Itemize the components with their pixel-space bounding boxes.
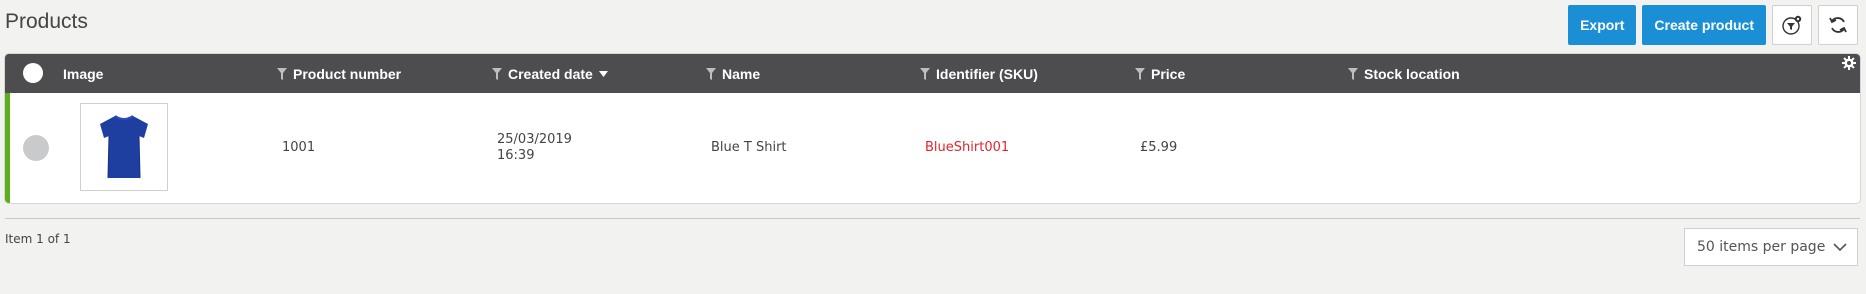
export-button[interactable]: Export (1568, 5, 1637, 45)
column-label: Name (722, 65, 761, 82)
created-date-cell: 25/03/2019 16:39 (497, 93, 572, 203)
created-date: 25/03/2019 (497, 132, 572, 147)
column-label: Created date (508, 65, 593, 82)
filter-icon[interactable] (277, 67, 287, 80)
column-header-product-number[interactable]: Product number (277, 54, 401, 93)
column-label: Product number (293, 65, 402, 82)
table-row[interactable]: 1001 25/03/2019 16:39 Blue T Shirt BlueS… (5, 93, 1860, 203)
filter-settings-icon (1782, 15, 1802, 35)
filter-icon[interactable] (1135, 67, 1145, 80)
column-label: Stock location (1364, 65, 1460, 82)
gear-icon[interactable] (1842, 56, 1856, 70)
column-label: Price (1151, 65, 1186, 82)
page-title: Products (5, 10, 88, 33)
filter-icon[interactable] (920, 67, 930, 80)
sku-cell[interactable]: BlueShirt001 (925, 93, 1009, 203)
column-header-created-date[interactable]: Created date (492, 54, 608, 93)
refresh-icon (1829, 17, 1847, 33)
filter-icon[interactable] (706, 67, 716, 80)
column-label: Image (63, 65, 104, 82)
items-per-page-label: 50 items per page (1697, 239, 1826, 255)
column-header-image[interactable]: Image (63, 54, 103, 93)
created-time: 16:39 (497, 148, 535, 163)
select-all-checkbox[interactable] (23, 63, 43, 83)
column-header-price[interactable]: Price (1135, 54, 1185, 93)
product-image[interactable] (80, 103, 168, 191)
chevron-down-icon (1833, 242, 1847, 251)
column-header-stock-location[interactable]: Stock location (1348, 54, 1460, 93)
filter-settings-button[interactable] (1772, 5, 1812, 45)
toolbar: Export Create product (1568, 5, 1858, 45)
column-label: Identifier (SKU) (936, 65, 1038, 82)
product-grid: Image Product number Created date Name I… (5, 54, 1860, 203)
name-cell: Blue T Shirt (711, 140, 787, 155)
refresh-button[interactable] (1818, 5, 1858, 45)
product-number-cell: 1001 (282, 140, 316, 155)
price-cell: £5.99 (1140, 140, 1178, 155)
row-select-checkbox[interactable] (23, 135, 49, 161)
blue-tshirt-image (100, 115, 148, 179)
filter-icon[interactable] (1348, 67, 1358, 80)
pager-info: Item 1 of 1 (5, 232, 71, 246)
sort-descending-icon (598, 70, 608, 77)
filter-icon[interactable] (492, 67, 502, 80)
column-header-sku[interactable]: Identifier (SKU) (920, 54, 1038, 93)
create-product-button[interactable]: Create product (1642, 5, 1766, 45)
grid-header: Image Product number Created date Name I… (5, 54, 1860, 93)
divider (5, 218, 1860, 219)
items-per-page-select[interactable]: 50 items per page (1684, 228, 1858, 266)
column-header-name[interactable]: Name (706, 54, 760, 93)
